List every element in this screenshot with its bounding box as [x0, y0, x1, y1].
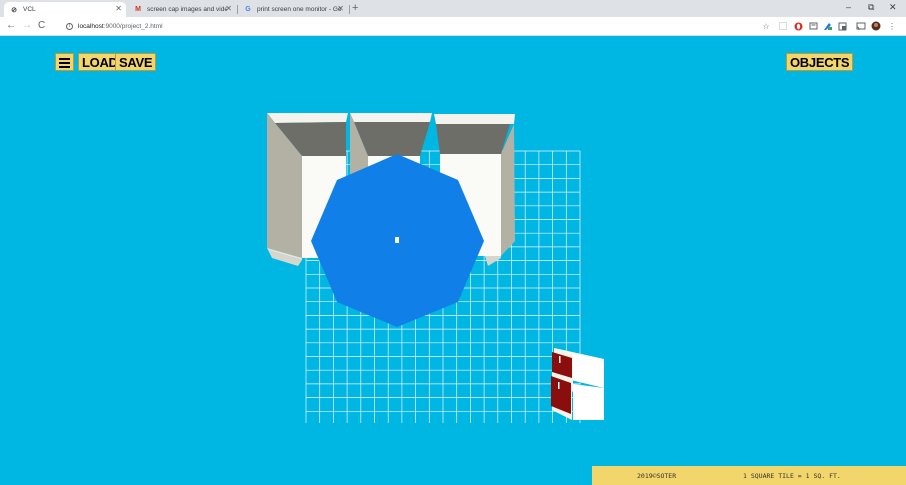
- reload-icon[interactable]: C: [38, 20, 45, 32]
- 3d-scene[interactable]: [0, 36, 906, 485]
- close-window-button[interactable]: ✕: [889, 2, 897, 13]
- browser-toolbar: ← → C i localhost:9000/project_2.html ☆ …: [0, 17, 906, 36]
- close-tab-icon[interactable]: ✕: [225, 4, 232, 13]
- url-host: localhost: [78, 23, 104, 30]
- site-info-icon[interactable]: i: [66, 23, 73, 30]
- back-arrow-icon[interactable]: ←: [6, 20, 16, 32]
- window-extension-icon[interactable]: [837, 21, 847, 31]
- close-tab-icon[interactable]: ✕: [337, 4, 344, 13]
- tab-separator: [349, 5, 350, 14]
- google-icon: G: [245, 6, 251, 13]
- hamburger-menu-icon[interactable]: [55, 53, 74, 71]
- app-viewport[interactable]: LOAD SAVE OBJECTS 2019©SOTER 1 SQUARE TI…: [0, 36, 906, 485]
- browser-tab-google[interactable]: G print screen one monitor - Goog... ✕: [238, 2, 348, 17]
- cast-icon[interactable]: [856, 21, 866, 31]
- octagon-center-marker: [395, 237, 399, 243]
- vcl-favicon-icon: ⊘: [11, 6, 17, 14]
- minimize-button[interactable]: –: [846, 2, 851, 12]
- browser-tab-strip: ⊘ VCL ✕ M screen cap images and video - …: [0, 0, 906, 17]
- paint-extension-icon[interactable]: [823, 21, 833, 31]
- copyright-text: 2019©SOTER: [637, 472, 677, 480]
- browser-tab-vcl[interactable]: ⊘ VCL ✕: [4, 2, 126, 17]
- bookmark-star-icon[interactable]: ☆: [761, 21, 771, 31]
- extension-blank-icon[interactable]: [778, 21, 788, 31]
- save-button[interactable]: SAVE: [115, 53, 157, 71]
- close-tab-icon[interactable]: ✕: [115, 4, 122, 13]
- browser-menu-icon[interactable]: ⋮: [887, 21, 897, 31]
- scale-note: 1 SQUARE TILE = 1 SQ. FT.: [743, 472, 841, 480]
- objects-button[interactable]: OBJECTS: [786, 53, 854, 71]
- opera-extension-icon[interactable]: [793, 21, 803, 31]
- gmail-icon: M: [135, 6, 141, 13]
- forward-arrow-icon[interactable]: →: [22, 20, 32, 32]
- tab-title: screen cap images and video - l...: [147, 6, 227, 13]
- status-footer: 2019©SOTER 1 SQUARE TILE = 1 SQ. FT.: [592, 466, 906, 485]
- new-tab-button[interactable]: +: [352, 3, 358, 14]
- profile-avatar[interactable]: [871, 21, 881, 31]
- reader-extension-icon[interactable]: [808, 21, 818, 31]
- browser-tab-gmail[interactable]: M screen cap images and video - l... ✕: [128, 2, 236, 17]
- tab-title: print screen one monitor - Goog...: [257, 6, 341, 13]
- restore-button[interactable]: ⧉: [868, 2, 874, 13]
- address-bar[interactable]: i localhost:9000/project_2.html: [60, 19, 750, 34]
- url-path: :9000/project_2.html: [103, 23, 163, 30]
- tab-title: VCL: [23, 6, 36, 13]
